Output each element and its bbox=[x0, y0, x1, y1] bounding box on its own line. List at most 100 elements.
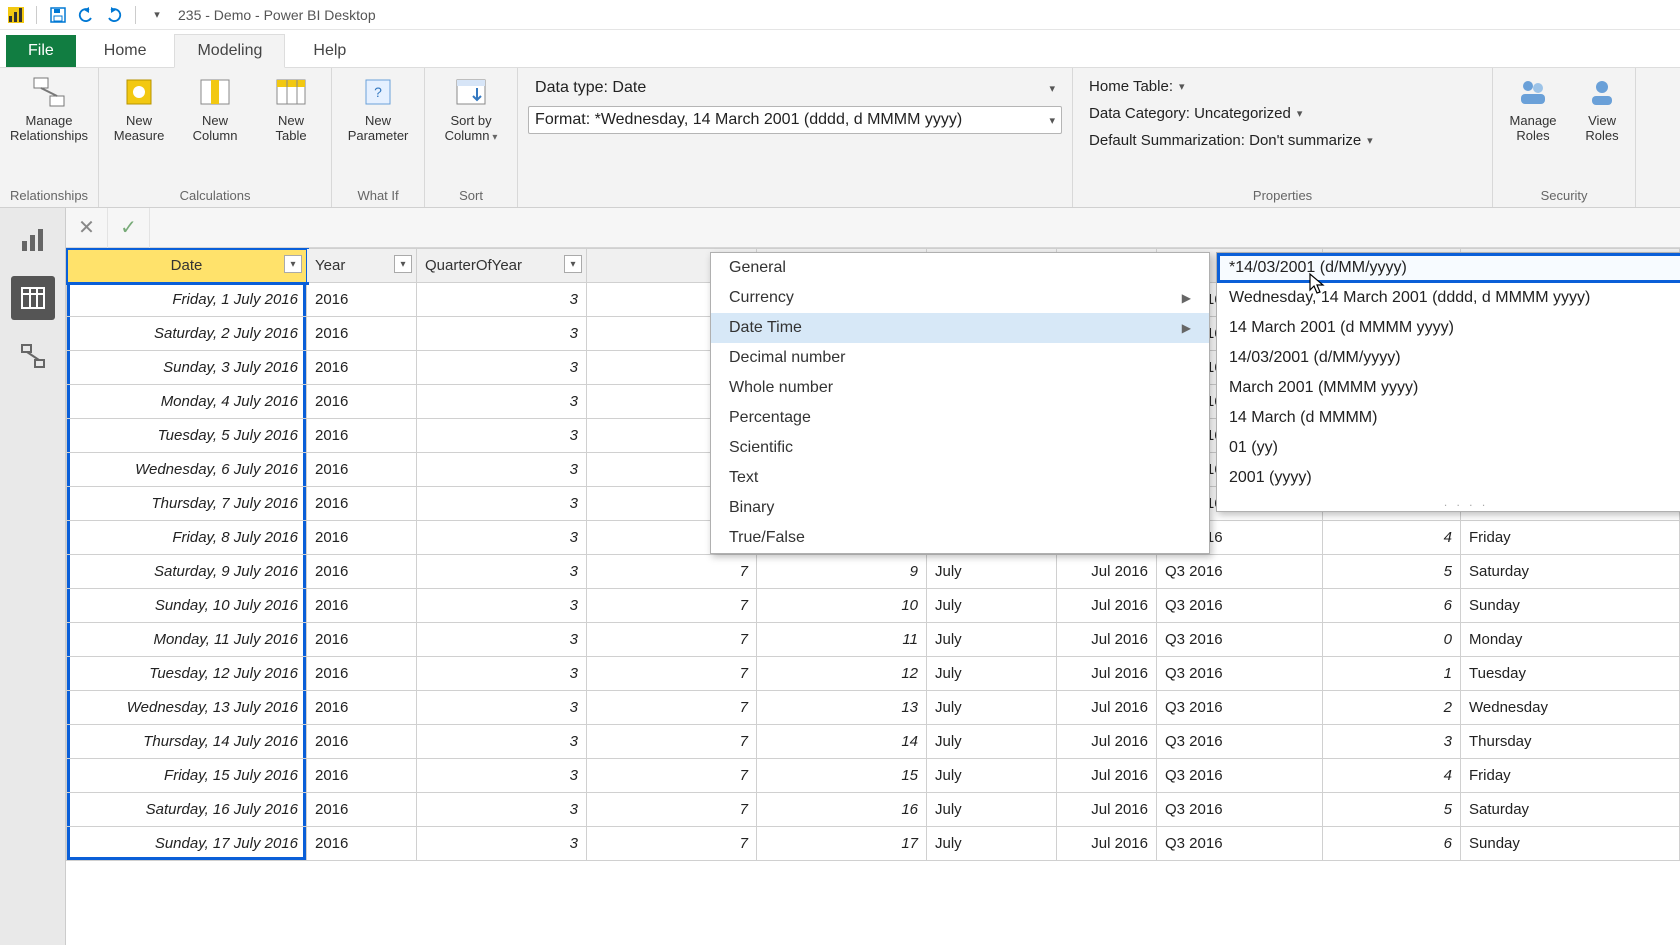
date-format-option[interactable]: Wednesday, 14 March 2001 (dddd, d MMMM y… bbox=[1217, 283, 1680, 313]
cell-quarter[interactable]: 3 bbox=[417, 759, 587, 793]
cell[interactable]: 7 bbox=[587, 759, 757, 793]
cell[interactable]: Q3 2016 bbox=[1157, 793, 1323, 827]
cell[interactable]: 7 bbox=[587, 589, 757, 623]
cell[interactable]: 7 bbox=[587, 623, 757, 657]
cell[interactable]: Friday bbox=[1461, 759, 1680, 793]
undo-icon[interactable] bbox=[77, 6, 95, 24]
filter-icon[interactable]: ▾ bbox=[564, 255, 582, 273]
cell[interactable]: 14 bbox=[757, 725, 927, 759]
sort-by-column-button[interactable]: Sort by Column bbox=[435, 74, 507, 144]
cell[interactable]: Q3 2016 bbox=[1157, 725, 1323, 759]
table-row[interactable]: Saturday, 16 July 201620163716JulyJul 20… bbox=[67, 793, 1680, 827]
cell-quarter[interactable]: 3 bbox=[417, 725, 587, 759]
format-menu-item[interactable]: Currency▶ bbox=[711, 283, 1209, 313]
table-row[interactable]: Monday, 11 July 201620163711JulyJul 2016… bbox=[67, 623, 1680, 657]
cell[interactable]: Q3 2016 bbox=[1157, 589, 1323, 623]
cell-year[interactable]: 2016 bbox=[307, 521, 417, 555]
cell[interactable]: 7 bbox=[587, 793, 757, 827]
cell[interactable]: 7 bbox=[587, 691, 757, 725]
cell[interactable]: Q3 2016 bbox=[1157, 759, 1323, 793]
cell[interactable]: Q3 2016 bbox=[1157, 827, 1323, 861]
cell-quarter[interactable]: 3 bbox=[417, 453, 587, 487]
cell[interactable]: 1 bbox=[1323, 657, 1461, 691]
cell-year[interactable]: 2016 bbox=[307, 317, 417, 351]
new-parameter-button[interactable]: ? New Parameter bbox=[342, 74, 414, 144]
cell-year[interactable]: 2016 bbox=[307, 555, 417, 589]
cell[interactable]: Jul 2016 bbox=[1057, 623, 1157, 657]
cell-quarter[interactable]: 3 bbox=[417, 555, 587, 589]
format-dropdown[interactable]: Format: *Wednesday, 14 March 2001 (dddd,… bbox=[528, 106, 1062, 134]
cell-quarter[interactable]: 3 bbox=[417, 317, 587, 351]
cell[interactable]: 7 bbox=[587, 555, 757, 589]
cell-year[interactable]: 2016 bbox=[307, 623, 417, 657]
cell[interactable]: Thursday bbox=[1461, 725, 1680, 759]
cell-year[interactable]: 2016 bbox=[307, 283, 417, 317]
cell[interactable]: Jul 2016 bbox=[1057, 759, 1157, 793]
cell-quarter[interactable]: 3 bbox=[417, 827, 587, 861]
cell[interactable]: 4 bbox=[1323, 521, 1461, 555]
data-grid[interactable]: Date▾ Year▾ QuarterOfYear▾ Friday, 1 Jul… bbox=[66, 248, 1680, 945]
cell[interactable]: July bbox=[927, 725, 1057, 759]
cell[interactable]: Wednesday bbox=[1461, 691, 1680, 725]
tab-help[interactable]: Help bbox=[291, 35, 368, 67]
cell[interactable]: Jul 2016 bbox=[1057, 725, 1157, 759]
cell-quarter[interactable]: 3 bbox=[417, 487, 587, 521]
cell[interactable]: Jul 2016 bbox=[1057, 793, 1157, 827]
cell[interactable]: 5 bbox=[1323, 555, 1461, 589]
new-table-button[interactable]: New Table bbox=[261, 74, 321, 144]
cell-date[interactable]: Wednesday, 6 July 2016 bbox=[67, 453, 307, 487]
cell[interactable]: July bbox=[927, 623, 1057, 657]
date-format-option[interactable]: *14/03/2001 (d/MM/yyyy) bbox=[1217, 253, 1680, 283]
formula-input[interactable] bbox=[150, 208, 1680, 248]
cell-year[interactable]: 2016 bbox=[307, 351, 417, 385]
new-column-button[interactable]: New Column bbox=[185, 74, 245, 144]
format-menu-item[interactable]: Decimal number bbox=[711, 343, 1209, 373]
cell-year[interactable]: 2016 bbox=[307, 487, 417, 521]
report-view-icon[interactable] bbox=[11, 218, 55, 262]
data-category-dropdown[interactable]: Data Category: Uncategorized▾ bbox=[1083, 101, 1482, 126]
column-header-quarter[interactable]: QuarterOfYear▾ bbox=[417, 249, 587, 283]
cell[interactable]: 12 bbox=[757, 657, 927, 691]
cell[interactable]: Tuesday bbox=[1461, 657, 1680, 691]
format-menu-item[interactable]: Date Time▶ bbox=[711, 313, 1209, 343]
date-format-submenu[interactable]: *14/03/2001 (d/MM/yyyy)Wednesday, 14 Mar… bbox=[1216, 252, 1680, 512]
table-row[interactable]: Sunday, 10 July 201620163710JulyJul 2016… bbox=[67, 589, 1680, 623]
cell[interactable]: Saturday bbox=[1461, 793, 1680, 827]
cell-date[interactable]: Tuesday, 5 July 2016 bbox=[67, 419, 307, 453]
format-type-menu[interactable]: GeneralCurrency▶Date Time▶Decimal number… bbox=[710, 252, 1210, 554]
cell-quarter[interactable]: 3 bbox=[417, 351, 587, 385]
cell[interactable]: 7 bbox=[587, 657, 757, 691]
formula-cancel-button[interactable]: ✕ bbox=[66, 208, 108, 248]
table-row[interactable]: Wednesday, 13 July 201620163713JulyJul 2… bbox=[67, 691, 1680, 725]
cell[interactable]: Jul 2016 bbox=[1057, 589, 1157, 623]
cell-year[interactable]: 2016 bbox=[307, 725, 417, 759]
cell[interactable]: 16 bbox=[757, 793, 927, 827]
cell-date[interactable]: Friday, 1 July 2016 bbox=[67, 283, 307, 317]
cell[interactable]: July bbox=[927, 691, 1057, 725]
format-menu-item[interactable]: Text bbox=[711, 463, 1209, 493]
date-format-option[interactable]: 14/03/2001 (d/MM/yyyy) bbox=[1217, 343, 1680, 373]
tab-home[interactable]: Home bbox=[82, 35, 169, 67]
format-menu-item[interactable]: Scientific bbox=[711, 433, 1209, 463]
cell[interactable]: 0 bbox=[1323, 623, 1461, 657]
column-header-year[interactable]: Year▾ bbox=[307, 249, 417, 283]
cell-quarter[interactable]: 3 bbox=[417, 283, 587, 317]
cell-date[interactable]: Sunday, 3 July 2016 bbox=[67, 351, 307, 385]
cell-date[interactable]: Saturday, 16 July 2016 bbox=[67, 793, 307, 827]
cell[interactable]: Sunday bbox=[1461, 589, 1680, 623]
table-row[interactable]: Saturday, 9 July 20162016379JulyJul 2016… bbox=[67, 555, 1680, 589]
view-roles-button[interactable]: View Roles bbox=[1579, 74, 1625, 144]
date-format-option[interactable]: 2001 (yyyy) bbox=[1217, 463, 1680, 493]
column-header-date[interactable]: Date▾ bbox=[67, 249, 307, 283]
cell-year[interactable]: 2016 bbox=[307, 691, 417, 725]
cell-date[interactable]: Tuesday, 12 July 2016 bbox=[67, 657, 307, 691]
cell[interactable]: 9 bbox=[757, 555, 927, 589]
cell[interactable]: 15 bbox=[757, 759, 927, 793]
tab-modeling[interactable]: Modeling bbox=[174, 34, 285, 68]
redo-icon[interactable] bbox=[105, 6, 123, 24]
filter-icon[interactable]: ▾ bbox=[394, 255, 412, 273]
cell-date[interactable]: Friday, 15 July 2016 bbox=[67, 759, 307, 793]
cell[interactable]: Friday bbox=[1461, 521, 1680, 555]
cell[interactable]: July bbox=[927, 555, 1057, 589]
date-format-option[interactable]: 14 March (d MMMM) bbox=[1217, 403, 1680, 433]
